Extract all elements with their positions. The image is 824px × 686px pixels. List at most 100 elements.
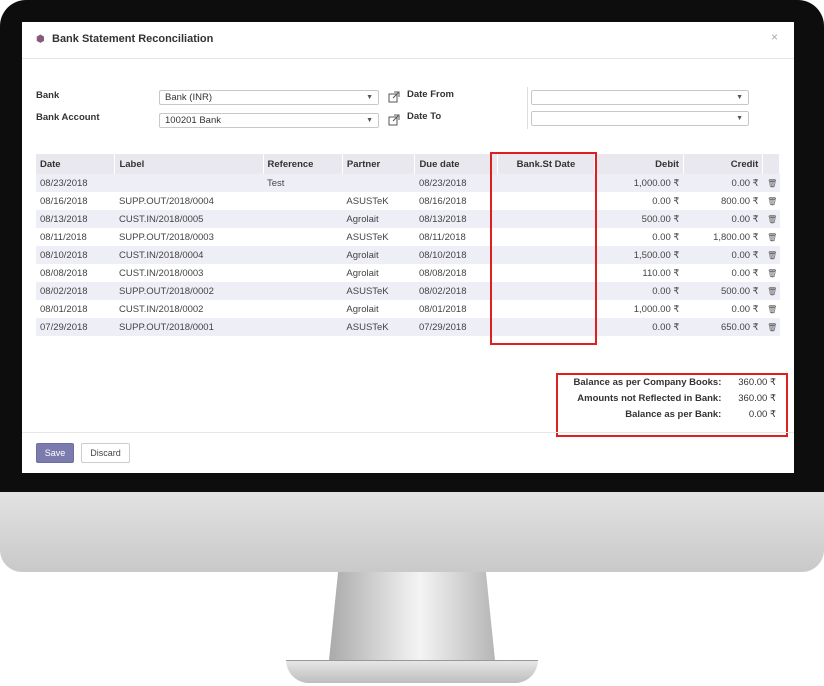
form-divider [527,87,528,129]
chevron-down-icon: ▼ [366,94,373,101]
cell-label: SUPP.OUT/2018/0003 [114,228,264,246]
bank-select[interactable]: Bank (INR) ▼ [159,90,379,105]
cell-credit: 0.00 ₹ [683,300,763,318]
delete-cell: 🗑 [762,300,780,318]
cell-date: 08/08/2018 [36,264,115,282]
cell-date: 08/16/2018 [36,192,115,210]
cell-due-date: 08/02/2018 [414,282,498,300]
delete-cell: 🗑 [762,174,780,192]
column-header-partner[interactable]: Partner [342,154,416,174]
bank-st-date-highlight [490,152,597,345]
cell-reference [263,282,343,300]
cell-debit: 0.00 ₹ [594,192,684,210]
monitor-chin [0,492,824,572]
cell-label: CUST.IN/2018/0002 [114,300,264,318]
table-row[interactable]: 08/11/2018 SUPP.OUT/2018/0003 ASUSTeK 08/11… [36,228,780,246]
cell-due-date: 08/23/2018 [414,174,498,192]
dialog-title: Bank Statement Reconciliation [52,33,214,45]
cell-credit: 0.00 ₹ [683,210,763,228]
cell-date: 08/02/2018 [36,282,115,300]
table-row[interactable]: 08/23/2018 Test 08/23/2018 1,000.00 ₹0.00 ₹… [36,174,780,192]
cell-reference [263,264,343,282]
delete-cell: 🗑 [762,282,780,300]
cell-credit: 500.00 ₹ [683,282,763,300]
table-row[interactable]: 07/29/2018 SUPP.OUT/2018/0001 ASUSTeK 07/29… [36,318,780,336]
column-header-credit[interactable]: Credit [683,154,764,174]
dialog-header: ⬢ Bank Statement Reconciliation × [22,22,794,59]
cell-due-date: 08/08/2018 [414,264,498,282]
table-row[interactable]: 08/16/2018 SUPP.OUT/2018/0004 ASUSTeK 08/16… [36,192,780,210]
cell-partner: ASUSTeK [342,282,415,300]
trash-icon[interactable]: 🗑 [767,233,777,242]
cell-label: SUPP.OUT/2018/0001 [114,318,264,336]
column-header-actions [762,154,780,174]
cell-partner: ASUSTeK [342,192,415,210]
bank-label: Bank [36,90,60,101]
bank-account-label: Bank Account [36,112,100,123]
screen: ⬢ Bank Statement Reconciliation × Bank B… [22,22,794,473]
cell-reference [263,246,343,264]
external-link-icon[interactable] [388,91,400,103]
save-button[interactable]: Save [36,443,74,463]
external-link-icon[interactable] [388,114,400,126]
cell-credit: 0.00 ₹ [683,174,763,192]
table-row[interactable]: 08/02/2018 SUPP.OUT/2018/0002 ASUSTeK 08/02… [36,282,780,300]
trash-icon[interactable]: 🗑 [767,287,777,296]
delete-cell: 🗑 [762,192,780,210]
trash-icon[interactable]: 🗑 [767,323,777,332]
trash-icon[interactable]: 🗑 [767,179,777,188]
column-header-date[interactable]: Date [36,154,116,174]
cell-partner: ASUSTeK [342,318,415,336]
cell-due-date: 08/01/2018 [414,300,498,318]
cell-credit: 0.00 ₹ [683,246,763,264]
column-header-due-date[interactable]: Due date [414,154,498,174]
trash-icon[interactable]: 🗑 [767,197,777,206]
cell-due-date: 08/16/2018 [414,192,498,210]
chevron-down-icon: ▼ [366,117,373,124]
column-header-debit[interactable]: Debit [594,154,684,174]
close-icon[interactable]: × [771,30,778,44]
cell-label: CUST.IN/2018/0005 [114,210,264,228]
cell-debit: 0.00 ₹ [594,282,684,300]
date-to-select[interactable]: ▼ [531,111,749,126]
trash-icon[interactable]: 🗑 [767,269,777,278]
cell-partner: ASUSTeK [342,228,415,246]
column-header-reference[interactable]: Reference [263,154,343,174]
trash-icon[interactable]: 🗑 [767,251,777,260]
cell-debit: 1,000.00 ₹ [594,300,684,318]
cell-reference [263,228,343,246]
delete-cell: 🗑 [762,246,780,264]
date-to-label: Date To [407,111,442,122]
delete-cell: 🗑 [762,228,780,246]
table-row[interactable]: 08/13/2018 CUST.IN/2018/0005 Agrolait 08/13… [36,210,780,228]
cell-debit: 0.00 ₹ [594,228,684,246]
monitor-stand [328,572,496,670]
delete-cell: 🗑 [762,318,780,336]
bank-account-select-value: 100201 Bank [165,115,221,126]
column-header-label[interactable]: Label [114,154,264,174]
cell-reference [263,192,343,210]
cell-reference: Test [263,174,343,192]
cell-label: CUST.IN/2018/0004 [114,246,264,264]
bank-account-select[interactable]: 100201 Bank ▼ [159,113,379,128]
cell-credit: 800.00 ₹ [683,192,763,210]
cell-debit: 110.00 ₹ [594,264,684,282]
discard-button[interactable]: Discard [81,443,130,463]
reconciliation-table: Date Label Reference Partner Due date Ba… [36,154,780,336]
trash-icon[interactable]: 🗑 [767,215,777,224]
table-row[interactable]: 08/01/2018 CUST.IN/2018/0002 Agrolait 08/01… [36,300,780,318]
chevron-down-icon: ▼ [736,94,743,101]
cell-partner: Agrolait [342,210,415,228]
cell-date: 08/01/2018 [36,300,115,318]
table-row[interactable]: 08/10/2018 CUST.IN/2018/0004 Agrolait 08/10… [36,246,780,264]
cell-partner: Agrolait [342,246,415,264]
date-from-select[interactable]: ▼ [531,90,749,105]
cell-due-date: 08/11/2018 [414,228,498,246]
cell-credit: 1,800.00 ₹ [683,228,763,246]
cell-date: 08/13/2018 [36,210,115,228]
cell-debit: 500.00 ₹ [594,210,684,228]
table-row[interactable]: 08/08/2018 CUST.IN/2018/0003 Agrolait 08/08… [36,264,780,282]
trash-icon[interactable]: 🗑 [767,305,777,314]
cell-label [114,174,264,192]
cell-due-date: 08/13/2018 [414,210,498,228]
